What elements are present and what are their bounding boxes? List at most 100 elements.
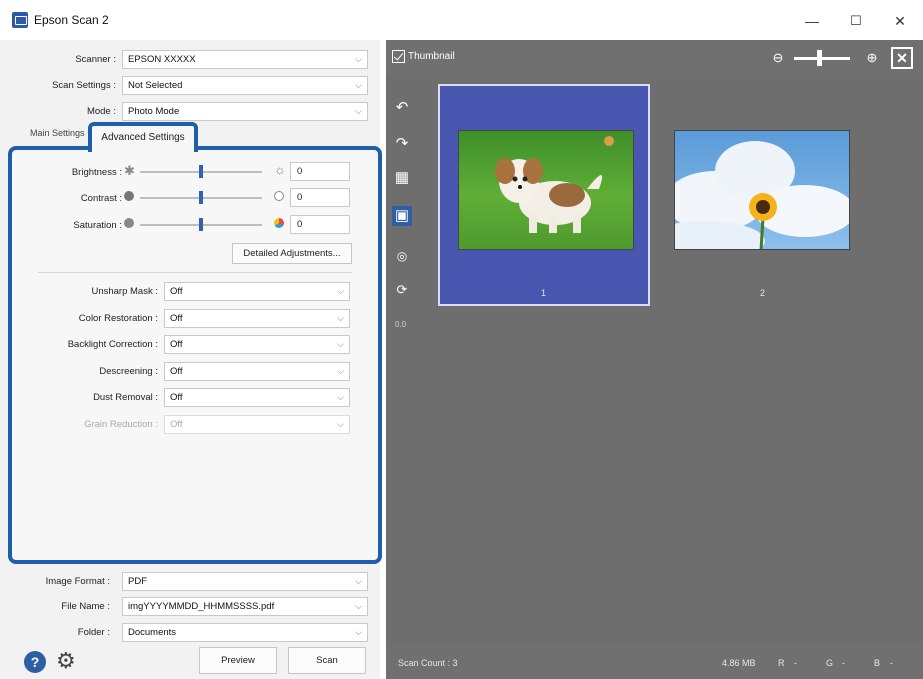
option-select[interactable]: Off ⌵	[164, 388, 350, 407]
option-label: Color Restoration :	[78, 312, 158, 324]
chevron-down-icon: ⌵	[337, 365, 344, 376]
contrast-slider-thumb[interactable]	[199, 191, 203, 204]
zoom-in-icon[interactable]: ⊕	[862, 48, 882, 68]
option-value: Off	[170, 339, 183, 350]
option-label: Dust Removal :	[93, 392, 158, 403]
mode-label: Mode :	[86, 106, 116, 117]
brightness-high-icon: ☼	[274, 162, 286, 177]
r-value: -	[794, 658, 797, 668]
option-label: Grain Reduction :	[84, 418, 158, 430]
section-divider	[38, 272, 352, 273]
option-label: Backlight Correction :	[67, 339, 158, 350]
file-name-select[interactable]: imgYYYYMMDD_HHMMSSSS.pdf ⌵	[122, 597, 368, 616]
zoom-slider-thumb[interactable]	[817, 50, 822, 66]
scan-settings-value: Not Selected	[128, 80, 183, 91]
chevron-down-icon: ⌵	[355, 601, 362, 611]
title-bar: Epson Scan 2 — ☐ ✕	[0, 0, 923, 40]
image-format-label: Image Format :	[45, 576, 110, 587]
brightness-label: Brightness :	[71, 167, 122, 178]
saturation-value-field[interactable]: 0	[290, 215, 350, 234]
g-value: -	[842, 658, 845, 668]
option-value: Off	[170, 312, 183, 324]
scan-area-icon[interactable]: ◎	[392, 246, 412, 266]
window-title: Epson Scan 2	[34, 13, 109, 27]
option-select: Off ⌵	[164, 414, 350, 434]
contrast-label: Contrast :	[80, 193, 122, 204]
b-value: -	[890, 658, 893, 668]
zoom-slider[interactable]	[794, 57, 850, 60]
contrast-value-field[interactable]: 0	[290, 188, 350, 207]
chevron-down-icon: ⌵	[337, 392, 344, 402]
folder-value: Documents	[128, 627, 177, 638]
option-value: Off	[170, 286, 183, 297]
option-select[interactable]: Off ⌵	[164, 361, 350, 381]
chevron-down-icon: ⌵	[355, 627, 362, 637]
rotate-right-icon[interactable]: ↷	[392, 134, 412, 154]
scan-settings-label: Scan Settings :	[52, 80, 116, 91]
maximize-button[interactable]: ☐	[836, 8, 876, 34]
contrast-high-icon	[274, 191, 284, 201]
thumbnail-card-2[interactable]	[674, 130, 850, 250]
option-value: Off	[170, 418, 183, 430]
sunflower-image	[675, 141, 849, 249]
zoom-out-icon[interactable]: ⊖	[768, 48, 788, 68]
saturation-high-icon	[274, 218, 284, 228]
contrast-low-icon	[124, 191, 134, 201]
saturation-slider-thumb[interactable]	[199, 218, 203, 231]
thumbnail-card-1[interactable]: 1	[438, 84, 650, 306]
preview-toolbar: Thumbnail ⊖ ⊕ ✕	[386, 40, 923, 76]
puppy-photo	[458, 130, 634, 250]
puppy-image	[495, 136, 614, 233]
chevron-down-icon: ⌵	[337, 339, 344, 349]
option-label: Descreening :	[99, 365, 158, 377]
option-select[interactable]: Off ⌵	[164, 282, 350, 301]
scanner-value: EPSON XXXXX	[128, 54, 196, 65]
saturation-label: Saturation :	[73, 220, 122, 231]
help-icon[interactable]: ?	[24, 651, 46, 673]
scanner-select[interactable]: EPSON XXXXX ⌵	[122, 50, 368, 69]
option-select[interactable]: Off ⌵	[164, 308, 350, 328]
advanced-settings-panel: Brightness : ✱ ☼ 0 Contrast : 0 Saturati…	[8, 146, 382, 564]
thumbnail-number-1: 1	[541, 288, 547, 298]
option-select[interactable]: Off ⌵	[164, 335, 350, 354]
rotation-readout: 0.0	[395, 320, 407, 329]
status-bar: Scan Count : 3 4.86 MB R - G - B -	[386, 646, 923, 679]
b-label: B	[874, 658, 881, 668]
close-preview-icon[interactable]: ✕	[891, 47, 913, 69]
epson-scan-app-icon	[12, 12, 28, 28]
image-format-select[interactable]: PDF ⌵	[122, 572, 368, 591]
mode-value: Photo Mode	[128, 106, 180, 117]
gear-icon[interactable]: ⚙	[56, 648, 76, 674]
image-format-value: PDF	[128, 576, 147, 587]
thumbnail-checkbox[interactable]	[392, 50, 405, 63]
reset-icon[interactable]: ⟳	[392, 280, 412, 300]
scan-button[interactable]: Scan	[288, 647, 366, 674]
option-value: Off	[170, 392, 183, 403]
minimize-button[interactable]: —	[792, 8, 832, 34]
close-button[interactable]: ✕	[880, 8, 920, 34]
detailed-adjustments-button[interactable]: Detailed Adjustments...	[232, 243, 352, 264]
file-name-label: File Name :	[61, 601, 110, 612]
auto-crop-icon[interactable]: ▣	[392, 206, 412, 226]
preview-button[interactable]: Preview	[199, 647, 277, 674]
brightness-low-icon: ✱	[124, 163, 135, 178]
option-value: Off	[170, 365, 183, 377]
chevron-down-icon: ⌵	[355, 80, 362, 90]
r-label: R	[778, 658, 785, 668]
scan-settings-select[interactable]: Not Selected ⌵	[122, 76, 368, 95]
brightness-slider-thumb[interactable]	[199, 165, 203, 178]
thumbnail-number-2: 2	[760, 288, 766, 298]
option-label: Unsharp Mask :	[91, 286, 158, 297]
folder-select[interactable]: Documents ⌵	[122, 623, 368, 642]
image-correction-icon[interactable]: ▦	[392, 168, 412, 188]
chevron-down-icon: ⌵	[355, 106, 362, 116]
scan-count: Scan Count : 3	[398, 658, 458, 668]
rotate-left-icon[interactable]: ↶	[392, 98, 412, 118]
thumbnail-label: Thumbnail	[408, 51, 455, 62]
brightness-value-field[interactable]: 0	[290, 162, 350, 181]
preview-area: Thumbnail ⊖ ⊕ ✕ ↶ ↷ ▦ ▣ ◎ ⟳ 0.0 1 2 Scan…	[386, 40, 923, 679]
chevron-down-icon: ⌵	[355, 576, 362, 586]
scanner-label: Scanner :	[75, 54, 116, 65]
mode-select[interactable]: Photo Mode ⌵	[122, 102, 368, 121]
tab-advanced-settings[interactable]: Advanced Settings	[88, 122, 198, 152]
